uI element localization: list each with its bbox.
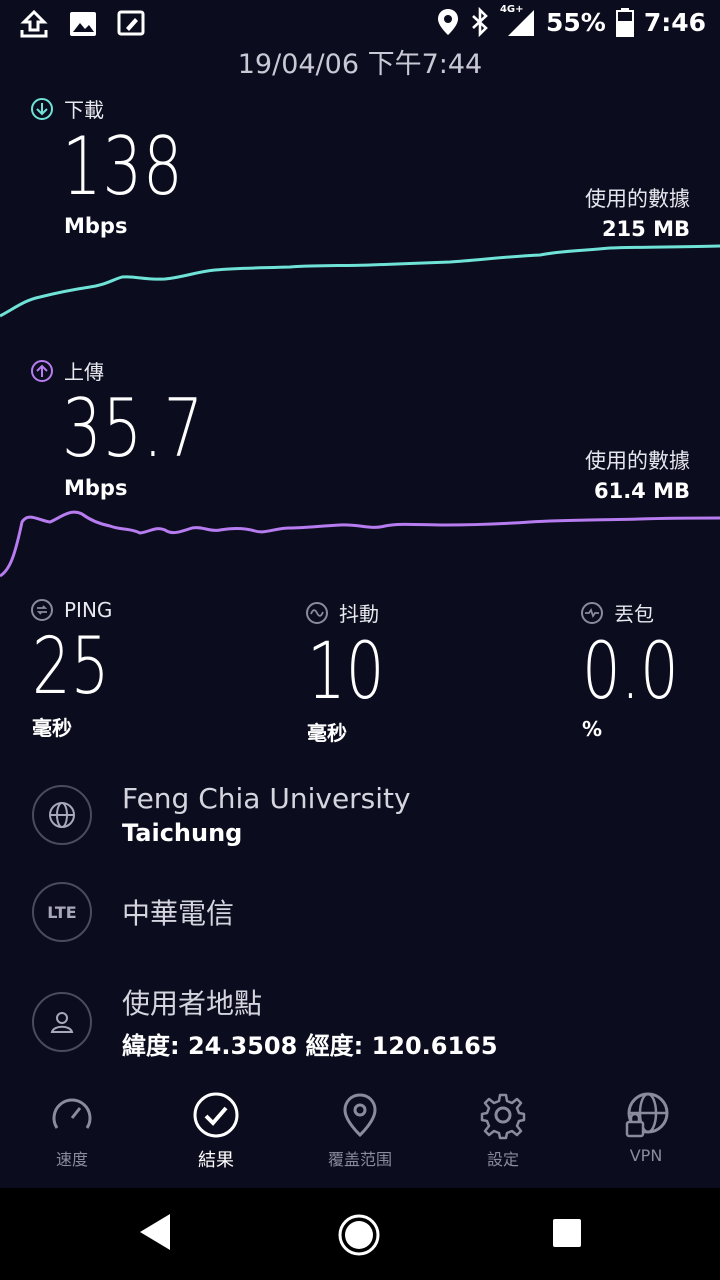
- upload-speed: 35.7: [62, 382, 205, 475]
- cell-signal: 4G+: [500, 4, 536, 38]
- ping-value: 25: [32, 622, 110, 712]
- packet-loss-value: 0.0: [582, 627, 679, 717]
- location-title: 使用者地點: [122, 987, 263, 1020]
- jitter-label: 抖動: [339, 602, 379, 626]
- status-bar: 4G+ 55% 7:46: [0, 0, 720, 48]
- location-pin-icon: [437, 9, 458, 35]
- tab-results[interactable]: 結果: [156, 1090, 276, 1172]
- upload-header: 上傳: [30, 356, 104, 385]
- server-name: Feng Chia University: [122, 782, 411, 815]
- provider-row[interactable]: LTE 中華電信: [32, 882, 234, 942]
- bluetooth-icon: [472, 7, 488, 37]
- tab-coverage-label: 覆盖范围: [327, 1150, 392, 1169]
- screenshot-edit-notification-icon: [117, 10, 145, 36]
- server-city: Taichung: [122, 819, 243, 847]
- upload-graph: [0, 510, 720, 578]
- user-icon: [32, 991, 92, 1052]
- upload-label: 上傳: [64, 360, 104, 384]
- download-header: 下載: [30, 94, 104, 123]
- packet-loss-metric: 丟包 0.0 %: [580, 598, 706, 741]
- speedometer-icon: [52, 1098, 92, 1129]
- tab-settings-label: 設定: [486, 1150, 519, 1169]
- download-graph: [0, 244, 720, 318]
- vpn-globe-lock-icon: [625, 1092, 669, 1138]
- upload-unit: Mbps: [64, 476, 128, 500]
- lte-badge: LTE: [47, 902, 77, 922]
- test-datetime: 19/04/06 下午7:44: [237, 49, 483, 80]
- download-label: 下載: [64, 98, 104, 122]
- battery-icon: [615, 8, 634, 37]
- upload-arrow-icon: [31, 359, 53, 382]
- tab-speed-label: 速度: [55, 1150, 88, 1169]
- checkmark-circle-icon: [193, 1092, 239, 1138]
- upload-usage: 使用的數據 61.4 MB: [585, 446, 690, 506]
- download-graph-line: [0, 244, 720, 318]
- server-row[interactable]: Feng Chia University Taichung: [32, 782, 411, 847]
- jitter-value: 10: [307, 627, 385, 717]
- provider-info: 中華電信: [122, 892, 234, 932]
- upload-usage-label: 使用的數據: [585, 449, 690, 473]
- ping-icon: [31, 599, 53, 621]
- recent-apps-icon[interactable]: [552, 1218, 582, 1248]
- status-notifications: [18, 8, 146, 40]
- packet-loss-label: 丟包: [614, 602, 654, 626]
- bottom-tab-bar: 速度 結果 覆盖范围 設定 VPN: [0, 1090, 720, 1186]
- packet-loss-unit: %: [582, 717, 603, 741]
- download-speed: 138: [62, 120, 184, 213]
- map-pin-icon: [343, 1093, 377, 1138]
- jitter-unit: 毫秒: [307, 721, 347, 745]
- status-time: 7:46: [643, 7, 706, 37]
- server-info: Feng Chia University Taichung: [122, 782, 411, 847]
- location-info: 使用者地點 緯度: 24.3508 經度: 120.6165: [122, 982, 498, 1061]
- globe-icon: [32, 784, 92, 845]
- ping-unit: 毫秒: [32, 716, 72, 740]
- jitter-icon: [306, 601, 328, 624]
- tab-vpn[interactable]: VPN: [586, 1090, 706, 1165]
- tab-results-label: 結果: [198, 1150, 234, 1171]
- tab-settings[interactable]: 設定: [443, 1090, 563, 1170]
- system-navigation-bar: [0, 1188, 720, 1280]
- signal-strength-icon: [507, 10, 534, 36]
- home-icon[interactable]: [336, 1212, 382, 1258]
- provider-name: 中華電信: [122, 897, 235, 930]
- download-arrow-icon: [31, 97, 53, 120]
- ping-label: PING: [64, 598, 113, 622]
- lte-icon: LTE: [32, 882, 92, 942]
- image-notification-icon: [70, 12, 96, 36]
- tab-coverage[interactable]: 覆盖范围: [300, 1090, 420, 1170]
- ping-metric: PING 25 毫秒: [30, 598, 131, 741]
- download-usage-label: 使用的數據: [585, 187, 690, 211]
- packet-loss-icon: [581, 601, 603, 624]
- tab-speed[interactable]: 速度: [12, 1090, 132, 1170]
- location-coords: 緯度: 24.3508 經度: 120.6165: [122, 1032, 498, 1060]
- upload-notification-icon: [20, 9, 48, 38]
- upload-graph-line: [0, 510, 720, 578]
- location-row[interactable]: 使用者地點 緯度: 24.3508 經度: 120.6165: [32, 982, 498, 1061]
- back-icon[interactable]: [136, 1210, 176, 1254]
- battery-percent: 55%: [545, 7, 606, 37]
- tab-vpn-label: VPN: [629, 1146, 663, 1165]
- jitter-metric: 抖動 10 毫秒: [305, 598, 406, 746]
- gear-icon: [480, 1093, 526, 1140]
- status-system: 4G+ 55% 7:46: [436, 4, 706, 38]
- screen: 4G+ 55% 7:46 19/04/06 下午7:44 下載 138 Mbps…: [0, 0, 720, 1280]
